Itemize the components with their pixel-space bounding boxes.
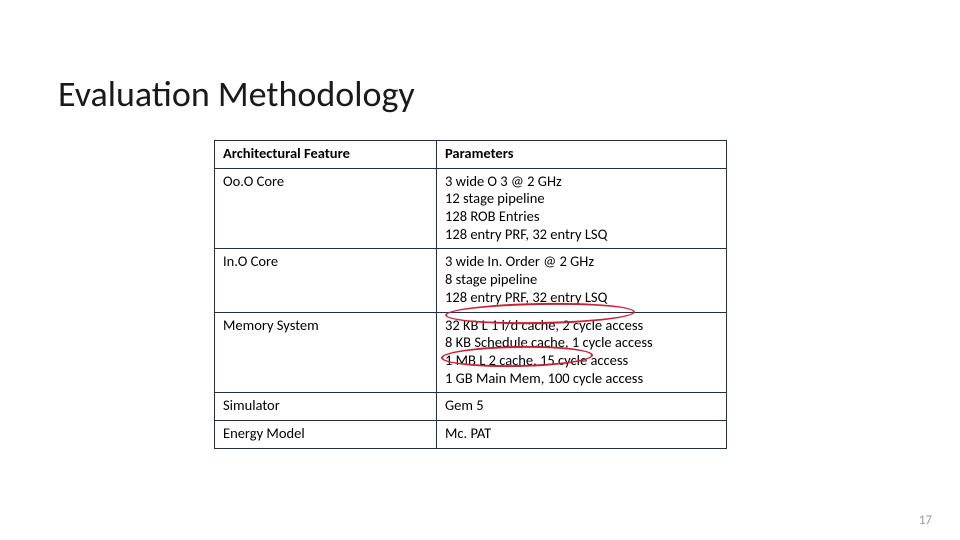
cell-feature: Simulator [215, 393, 437, 421]
cell-feature: Oo.O Core [215, 168, 437, 249]
cell-feature: Energy Model [215, 420, 437, 448]
cell-parameters: 3 wide O 3 @ 2 GHz 12 stage pipeline 128… [437, 168, 727, 249]
cell-parameters: 32 KB L 1 i/d cache, 2 cycle access 8 KB… [437, 312, 727, 393]
evaluation-table: Architectural Feature Parameters Oo.O Co… [214, 140, 727, 449]
table-row: In.O Core 3 wide In. Order @ 2 GHz 8 sta… [215, 249, 727, 312]
page-title: Evaluation Methodology [58, 72, 415, 116]
page-number: 17 [919, 513, 932, 528]
cell-parameters: 3 wide In. Order @ 2 GHz 8 stage pipelin… [437, 249, 727, 312]
cell-parameters: Gem 5 [437, 393, 727, 421]
col-header-parameters: Parameters [437, 141, 727, 169]
table-header-row: Architectural Feature Parameters [215, 141, 727, 169]
table-row: Simulator Gem 5 [215, 393, 727, 421]
table-row: Memory System 32 KB L 1 i/d cache, 2 cyc… [215, 312, 727, 393]
cell-feature: In.O Core [215, 249, 437, 312]
table-row: Oo.O Core 3 wide O 3 @ 2 GHz 12 stage pi… [215, 168, 727, 249]
col-header-feature: Architectural Feature [215, 141, 437, 169]
cell-parameters: Mc. PAT [437, 420, 727, 448]
cell-feature: Memory System [215, 312, 437, 393]
table-row: Energy Model Mc. PAT [215, 420, 727, 448]
